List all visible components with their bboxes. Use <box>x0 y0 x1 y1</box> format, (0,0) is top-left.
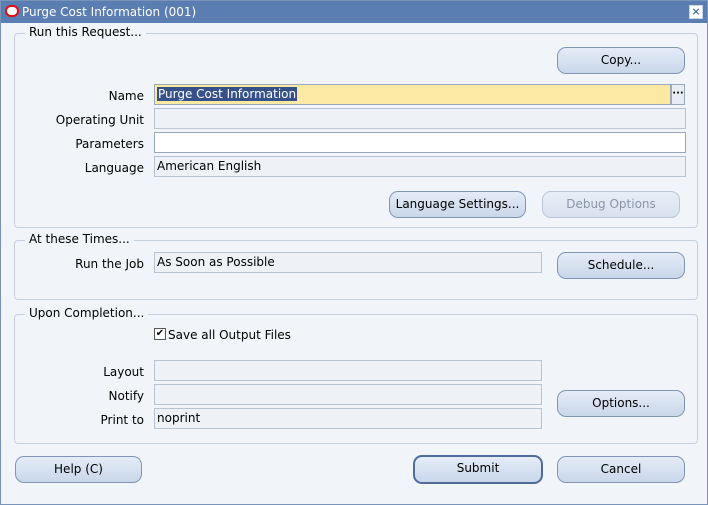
name-lov-button[interactable]: ··· <box>671 84 685 105</box>
help-button[interactable]: Help (C) <box>15 456 142 483</box>
window-title: Purge Cost Information (001) <box>22 5 197 19</box>
layout-field[interactable] <box>154 360 542 381</box>
at-these-times-legend: At these Times... <box>25 232 134 246</box>
run-job-field[interactable]: As Soon as Possible <box>154 252 542 273</box>
language-settings-label: Language Settings... <box>395 197 520 211</box>
options-button-label: Options... <box>592 396 650 410</box>
copy-button-label: Copy... <box>600 53 642 67</box>
debug-options-label: Debug Options <box>566 197 656 211</box>
title-bar[interactable]: Purge Cost Information (001) × <box>1 1 707 23</box>
operating-unit-field[interactable] <box>154 108 686 129</box>
parameters-label: Parameters <box>75 137 144 151</box>
language-field[interactable]: American English <box>154 156 686 177</box>
request-dialog: Purge Cost Information (001) × Run this … <box>0 0 708 505</box>
name-value: Purge Cost Information <box>157 87 298 101</box>
run-request-legend: Run this Request... <box>25 25 146 39</box>
submit-button-label: Submit <box>456 461 500 475</box>
schedule-button-label: Schedule... <box>587 258 655 272</box>
operating-unit-label: Operating Unit <box>55 113 144 127</box>
cancel-button-label: Cancel <box>600 462 642 476</box>
notify-field[interactable] <box>154 384 542 405</box>
print-to-field[interactable]: noprint <box>154 408 542 429</box>
close-icon[interactable]: × <box>689 5 703 19</box>
oracle-logo-icon <box>5 5 19 17</box>
name-field[interactable]: Purge Cost Information <box>154 84 671 105</box>
parameters-field[interactable] <box>154 132 686 153</box>
layout-label: Layout <box>103 365 144 379</box>
debug-options-button[interactable]: Debug Options <box>542 191 680 218</box>
schedule-button[interactable]: Schedule... <box>557 252 685 279</box>
help-button-label: Help (C) <box>54 462 103 476</box>
copy-button[interactable]: Copy... <box>557 47 685 74</box>
print-to-label: Print to <box>100 413 144 427</box>
submit-button[interactable]: Submit <box>413 455 543 484</box>
options-button[interactable]: Options... <box>557 390 685 417</box>
notify-label: Notify <box>108 389 144 403</box>
language-settings-button[interactable]: Language Settings... <box>389 191 526 218</box>
run-job-label: Run the Job <box>75 257 144 271</box>
cancel-button[interactable]: Cancel <box>557 456 685 483</box>
language-label: Language <box>84 161 144 175</box>
save-output-label: Save all Output Files <box>168 328 291 342</box>
name-label: Name <box>108 89 144 103</box>
upon-completion-legend: Upon Completion... <box>25 306 149 320</box>
save-output-checkbox[interactable]: ✔ <box>154 328 166 340</box>
